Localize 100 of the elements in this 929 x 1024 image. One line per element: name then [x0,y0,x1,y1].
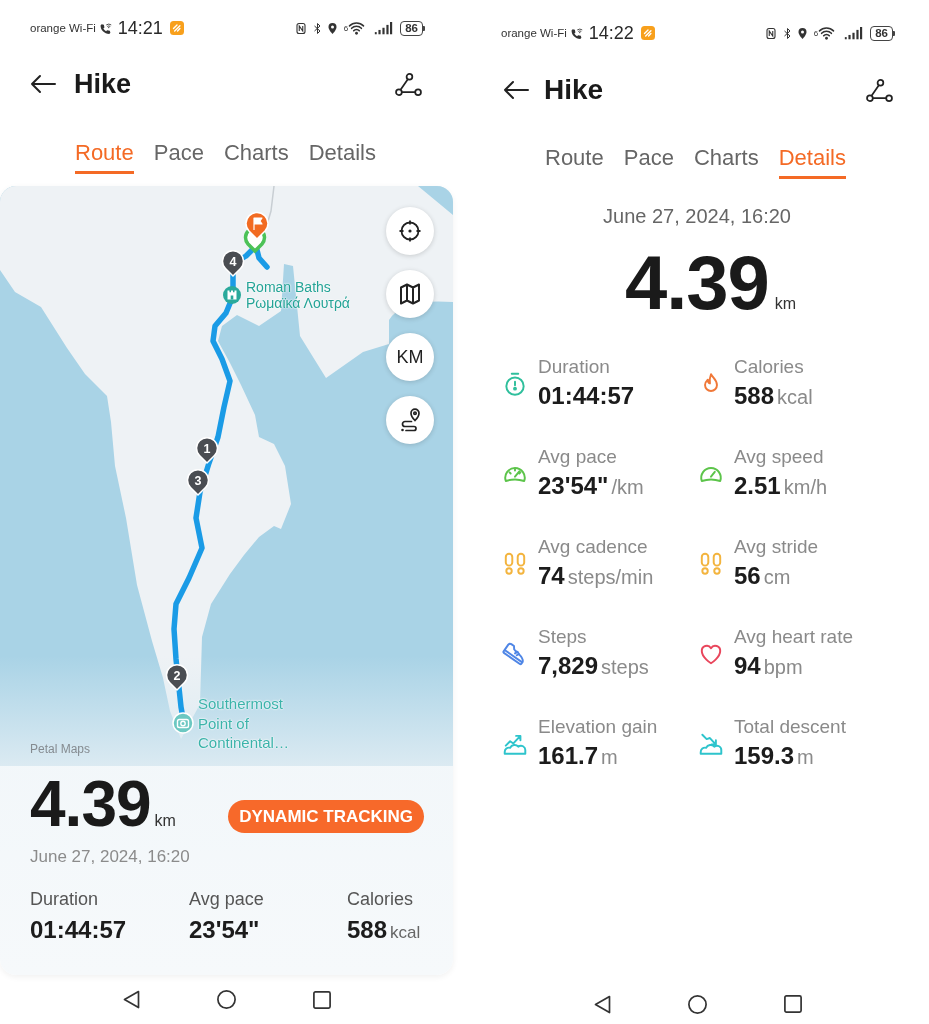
tab[interactable]: Charts [693,144,759,179]
footprints-icon [502,551,528,577]
metric-unit: bpm [763,656,803,679]
castle-icon [223,286,241,304]
distance-unit: km [774,295,797,313]
metric-unit: /km [611,476,644,499]
clock: 14:21 [117,17,163,39]
tab[interactable]: Route [75,139,134,174]
wifi-icon [348,21,366,35]
route-pin-icon [398,408,422,432]
metric-value: 56 [734,561,761,591]
camera-icon [172,712,194,734]
nfc-icon [765,26,776,40]
distance-unit: km [154,812,176,830]
location-icon [327,21,337,35]
back-arrow-icon[interactable] [503,80,529,100]
workout-date: June 27, 2024, 16:20 [30,847,190,867]
finish-flag-icon [245,211,269,240]
stat-label: Duration [30,888,99,910]
metric-label: Total descent [734,715,846,739]
workout-date: June 27, 2024, 16:20 [603,204,791,228]
nav-recents-icon[interactable] [784,995,802,1013]
carrier-label: orange Wi-Fi [501,27,567,39]
bluetooth-icon [782,26,792,40]
metric-unit: m [601,746,618,769]
place-label: Roman Baths [246,279,331,295]
tab[interactable]: Charts [223,139,289,174]
battery-indicator: 86 [400,20,425,36]
back-arrow-icon[interactable] [30,74,56,94]
stat-value: 01:44:57 [30,915,127,945]
metric-unit: steps [601,656,649,679]
nav-home-icon[interactable] [688,994,707,1014]
distance-value: 4.39 [624,245,769,321]
nav-back-icon[interactable] [123,990,140,1009]
stopwatch-icon [502,371,528,397]
crosshair-icon [398,219,422,243]
mountain-arrow-down-icon [698,731,724,757]
signal-icon [844,26,864,40]
metric-value: 159.3 [734,741,795,771]
page-title: Hike [74,68,132,100]
metric-unit: m [797,746,814,769]
distance-marker: 1 [195,436,219,464]
place-local-label: Ρωμαϊκά Λουτρά [246,295,350,311]
map-attribution: Petal Maps [30,741,91,757]
metric-value: 01:44:57 [538,381,635,411]
metric-value: 588 [734,381,775,411]
metric-label: Avg stride [734,535,819,559]
metric-value: 161.7 [538,741,599,771]
tab[interactable]: Route [545,144,604,179]
network-type-label: 6 [343,24,349,33]
metric-unit: steps/min [567,566,654,589]
metric-label: Avg cadence [538,535,648,559]
battery-indicator: 86 [870,25,895,41]
metric-label: Elevation gain [538,715,658,739]
route-icon[interactable] [395,72,422,96]
metric-label: Avg pace [538,445,617,469]
place-label: Southermost Point of Continental… [198,694,290,753]
metric-value: 74 [538,561,565,591]
dynamic-tracking-button[interactable]: DYNAMIC TRACKING [228,800,424,833]
tab[interactable]: Pace [623,144,674,179]
stat-unit: kcal [390,923,421,943]
metric-label: Calories [734,355,804,379]
network-type-label: 6 [813,29,819,38]
nav-back-icon[interactable] [594,994,611,1014]
location-icon [797,26,807,40]
tab[interactable]: Pace [153,139,204,174]
signal-icon [374,21,394,35]
metric-value: 7,829 [538,651,599,681]
metric-unit: kcal [777,386,813,409]
nav-home-icon[interactable] [217,990,236,1009]
metric-label: Avg heart rate [734,625,853,649]
wifi-icon [818,26,836,40]
carrier-label: orange Wi-Fi [30,22,96,34]
distance-marker: 4 [221,249,245,277]
app-notification-icon [169,21,184,35]
metric-label: Avg speed [734,445,824,469]
metric-unit: km/h [783,476,828,499]
nfc-icon [295,21,306,35]
page-title: Hike [544,74,604,106]
stat-value: 23'54" [189,915,260,945]
route-icon[interactable] [866,78,893,102]
tab[interactable]: Details [778,144,846,179]
wifi-call-icon [98,21,112,35]
metric-label: Duration [538,355,610,379]
stat-label: Calories [347,888,414,910]
app-notification-icon [640,26,655,40]
tab[interactable]: Details [308,139,376,174]
metric-value: 2.51 [734,471,781,501]
distance-value: 4.39 [30,772,151,836]
bluetooth-icon [312,21,322,35]
nav-recents-icon[interactable] [313,990,331,1009]
metric-unit: cm [763,566,791,589]
metric-label: Steps [538,625,587,649]
stat-value: 588 [347,915,388,945]
metric-value: 23'54" [538,471,609,501]
distance-marker: 3 [186,468,210,496]
folded-map-icon [398,282,422,306]
wifi-call-icon [569,26,583,40]
clock: 14:22 [588,22,634,44]
footprints-icon [698,551,724,577]
